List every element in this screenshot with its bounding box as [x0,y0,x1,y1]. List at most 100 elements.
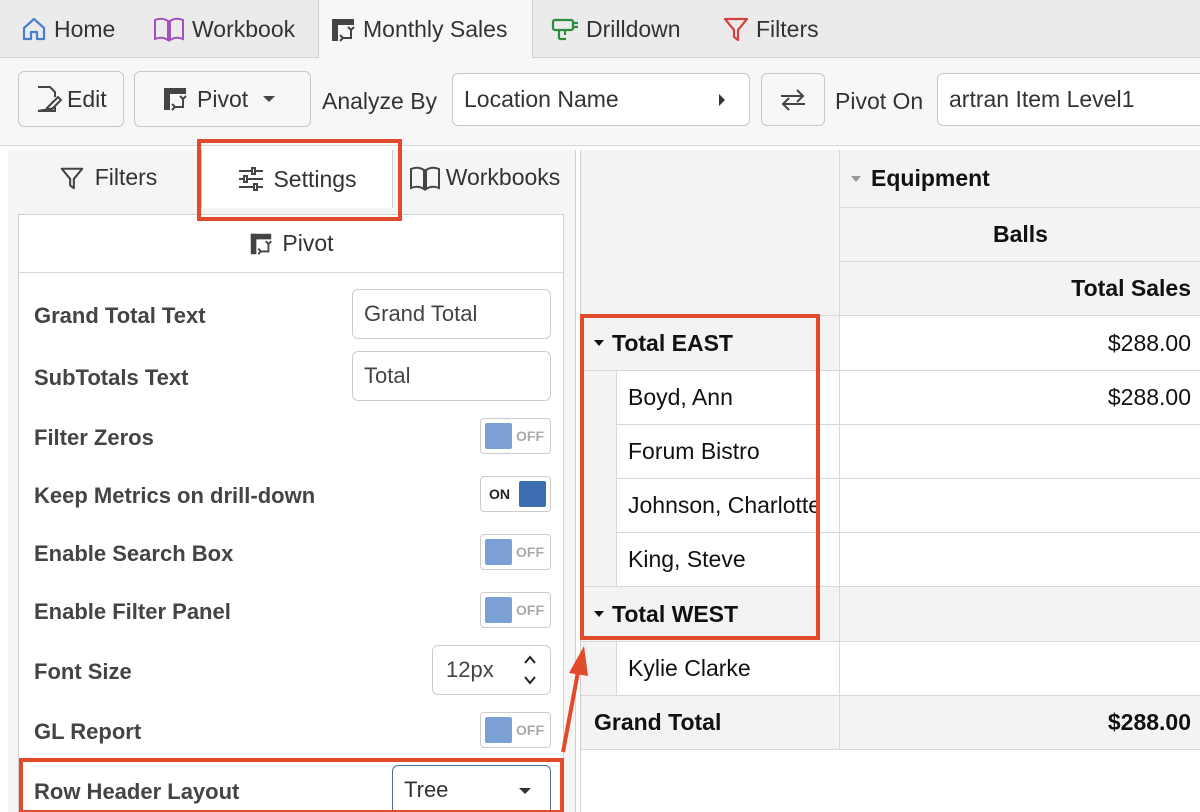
row-item-label: King, Steve [628,546,746,572]
caret-down-icon [519,788,531,794]
analyze-by-field[interactable]: Location Name [452,73,750,126]
pivot-section-header: Pivot [19,215,563,273]
tab-filters-label: Filters [756,15,819,42]
settings-panel: Filters Settings Workbooks Pivot Grand T… [8,150,576,812]
row-item[interactable]: Boyd, Ann [617,371,840,425]
filter-icon [60,167,83,189]
filter-zeros-toggle[interactable]: OFF [480,418,551,454]
panel-tab-settings-label: Settings [273,165,357,192]
pivot-section-title: Pivot [282,230,334,256]
tree-indent [581,642,617,696]
value-cell [840,642,1200,696]
sliders-icon [239,167,264,191]
home-icon [22,17,46,41]
toggle-knob [485,423,512,449]
pivot-dropdown-button[interactable]: Pivot [134,71,311,127]
edit-document-icon [37,86,63,112]
tab-monthly-sales[interactable]: Monthly Sales [318,0,533,59]
pivot-on-field[interactable]: artran Item Level1 [937,73,1200,126]
toggle-state: OFF [516,722,544,738]
tab-drilldown[interactable]: Drilldown [540,0,705,58]
column-header-equipment[interactable]: Equipment [840,150,1200,208]
row-group-total-west[interactable]: Total WEST [581,587,840,642]
value-text: $288.00 [1107,329,1191,356]
tab-drilldown-label: Drilldown [586,15,681,42]
column-header-total-sales-label: Total Sales [1071,275,1191,301]
tab-workbook[interactable]: Workbook [142,0,317,58]
enable-filter-panel-label: Enable Filter Panel [34,599,231,624]
caret-down-icon [263,96,276,102]
panel-tab-workbooks[interactable]: Workbooks [400,150,568,205]
column-header-balls-label: Balls [993,221,1048,247]
value-text: $288.00 [1107,384,1191,410]
tree-indent [581,371,617,587]
row-group-label: Total WEST [612,600,739,627]
swap-axes-button[interactable] [761,73,825,126]
pivot-icon [251,233,273,255]
subtotals-text-input[interactable]: Total [352,351,551,401]
toggle-state: OFF [516,544,544,560]
panel-tab-filters-label: Filters [94,164,158,190]
tab-filters[interactable]: Filters [712,0,832,58]
row-item[interactable]: Kylie Clarke [617,642,840,696]
enable-search-box-toggle[interactable]: OFF [480,534,551,570]
row-item[interactable]: Forum Bistro [617,425,840,479]
toggle-knob [519,481,546,507]
panel-tab-settings[interactable]: Settings [201,150,393,208]
grand-total-value: $288.00 [1107,709,1191,735]
grand-total-text-value: Grand Total [364,301,478,326]
book-icon [154,17,184,42]
keep-metrics-label: Keep Metrics on drill-down [34,483,316,508]
stepper-arrows-icon[interactable] [523,653,537,687]
font-size-stepper[interactable]: 12px [432,645,551,695]
grand-total-text-label: Grand Total Text [34,303,206,328]
toggle-knob [485,539,512,565]
toggle-state: OFF [516,428,544,444]
panel-tab-filters[interactable]: Filters [38,150,178,205]
grand-total-value-cell: $288.00 [840,696,1200,750]
value-cell [840,425,1200,479]
pivot-button-label: Pivot [197,85,249,112]
subtotals-text-label: SubTotals Text [34,365,189,390]
value-cell [840,533,1200,587]
book-icon [409,166,440,191]
caret-down-icon[interactable] [850,175,862,183]
tab-home[interactable]: Home [10,0,140,58]
enable-filter-panel-toggle[interactable]: OFF [480,592,551,628]
gl-report-toggle[interactable]: OFF [480,712,551,748]
edit-button[interactable]: Edit [18,71,124,127]
row-header-layout-value: Tree [404,777,449,802]
analyze-by-value: Location Name [464,86,619,112]
column-header-total-sales[interactable]: Total Sales [840,262,1200,316]
analyze-by-label: Analyze By [322,88,438,114]
swap-arrows-icon [781,88,805,111]
row-item[interactable]: King, Steve [617,533,840,587]
tab-monthly-sales-label: Monthly Sales [363,16,508,42]
row-item[interactable]: Johnson, Charlotte [617,479,840,533]
panel-tab-workbooks-label: Workbooks [445,164,561,190]
caret-right-icon [719,94,725,106]
value-cell: $288.00 [840,371,1200,425]
caret-down-icon[interactable] [593,610,605,618]
row-header-layout-label: Row Header Layout [34,779,240,804]
caret-down-icon[interactable] [593,339,605,347]
font-size-value: 12px [446,657,494,682]
pivot-on-value: artran Item Level1 [949,86,1135,112]
pivot-on-label: Pivot On [835,88,924,114]
row-group-total-east[interactable]: Total EAST [581,316,840,371]
row-header-layout-select[interactable]: Tree [392,765,551,812]
row-item-label: Kylie Clarke [628,655,751,681]
font-size-label: Font Size [34,659,132,684]
top-tab-bar: Home Workbook Monthly Sales Drilldown Fi… [0,0,1200,59]
enable-search-box-label: Enable Search Box [34,541,234,566]
grid-corner [581,150,840,316]
keep-metrics-toggle[interactable]: ON [480,476,551,512]
drilldown-icon [551,18,578,41]
toggle-state: ON [489,486,510,502]
tab-workbook-label: Workbook [192,15,296,42]
toggle-knob [485,597,512,623]
toggle-state: OFF [516,602,544,618]
grand-total-text-input[interactable]: Grand Total [352,289,551,339]
value-cell: $288.00 [840,316,1200,371]
pivot-settings-box: Pivot Grand Total Text Grand Total SubTo… [18,214,564,812]
